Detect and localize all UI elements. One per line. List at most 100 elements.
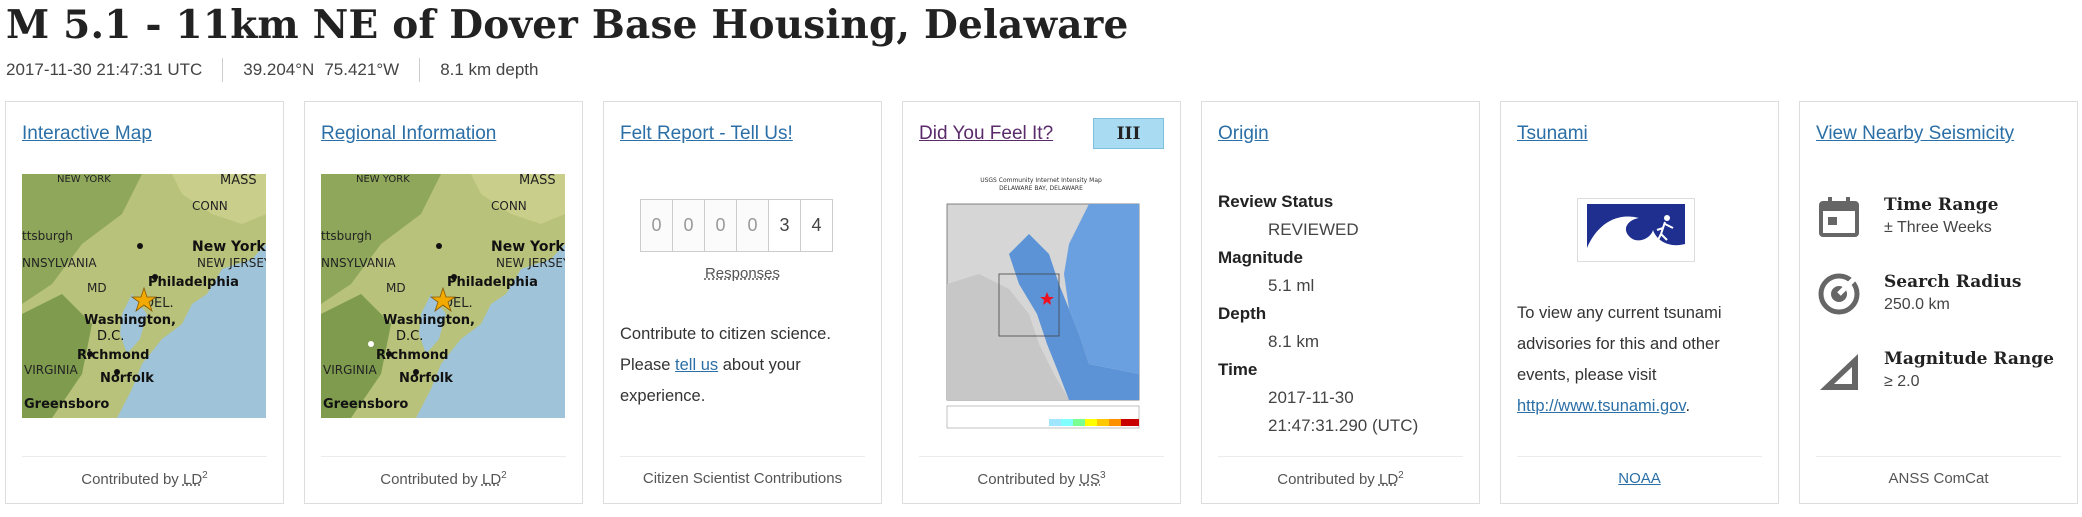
description-line: experience. [620, 387, 706, 405]
map-label: Greensboro [24, 397, 109, 412]
regional-map-thumbnail[interactable]: NEW YORK MASS CONN ttsburgh New York NNS… [321, 174, 565, 418]
tsunami-logo-icon [1577, 198, 1695, 262]
time-range-value: ± Three Weeks [1884, 219, 1992, 236]
dyfi-map-title: USGS Community Internet Intensity Map [980, 177, 1102, 184]
origin-card[interactable]: Origin Review Status REVIEWED Magnitude … [1201, 101, 1480, 504]
contributed-by-label: Contributed by [977, 471, 1080, 488]
felt-report-card[interactable]: Felt Report - Tell Us! 0 0 0 0 3 4 Respo… [603, 101, 882, 504]
calendar-icon [1819, 197, 1859, 237]
counter-digit: 4 [800, 199, 833, 252]
review-status-label: Review Status [1218, 192, 1334, 211]
magnitude-label: Magnitude [1218, 248, 1303, 267]
responses-label[interactable]: Responses [604, 265, 881, 282]
description-text: about your [718, 356, 801, 374]
origin-link[interactable]: Origin [1218, 123, 1269, 145]
map-label: New York [491, 239, 565, 255]
event-time: 2017-11-30 21:47:31 UTC [6, 60, 203, 79]
tsunami-description: To view any current tsunami advisories f… [1517, 298, 1762, 422]
tsunami-gov-link[interactable]: http://www.tsunami.gov [1517, 397, 1685, 415]
interactive-map-card[interactable]: Interactive Map NEW YORK MASS CONN ttsbu… [5, 101, 284, 504]
map-label: NEW JERSEY [197, 256, 266, 270]
contributed-by-label: Contributed by [1277, 471, 1379, 488]
contributor-count: 2 [202, 470, 208, 481]
magnitude-range-label: Magnitude Range [1884, 349, 2054, 369]
contributor-abbr[interactable]: LD [1379, 471, 1398, 488]
event-latitude: 39.204°N [243, 60, 315, 79]
description-line: To view any current tsunami [1517, 304, 1722, 322]
tsunami-card[interactable]: Tsunami To view any current tsunami advi… [1500, 101, 1779, 504]
map-label: D.C. [396, 329, 423, 344]
map-label: Philadelphia [447, 275, 538, 290]
footer-divider [1218, 456, 1463, 457]
time-date-value: 2017-11-30 [1268, 388, 1354, 407]
map-label: MASS [220, 174, 257, 188]
interactive-map-thumbnail[interactable]: NEW YORK MASS CONN ttsburgh New York NNS… [22, 174, 266, 418]
nearby-seismicity-card[interactable]: View Nearby Seismicity Time Range ± Thre… [1799, 101, 2078, 504]
magnitude-ramp-icon [1820, 354, 1858, 390]
contributor-count: 2 [501, 470, 507, 481]
review-status-value: REVIEWED [1268, 220, 1359, 239]
map-label: Norfolk [100, 371, 154, 386]
map-label: NEW JERSEY [496, 256, 565, 270]
time-clock-value: 21:47:31.290 (UTC) [1268, 416, 1419, 435]
map-label: MASS [519, 174, 556, 188]
time-label: Time [1218, 360, 1258, 379]
depth-value: 8.1 km [1268, 332, 1320, 351]
map-label: ttsburgh [22, 229, 73, 243]
regional-information-link[interactable]: Regional Information [321, 123, 496, 145]
tsunami-link[interactable]: Tsunami [1517, 123, 1588, 145]
footer-divider [620, 456, 865, 457]
noaa-link[interactable]: NOAA [1618, 470, 1661, 487]
footer-divider [321, 456, 566, 457]
regional-information-card[interactable]: Regional Information NEW YORK MASS CONN … [304, 101, 583, 504]
dyfi-card[interactable]: Did You Feel It? III USGS Community Inte… [902, 101, 1181, 504]
footer-divider [1517, 456, 1762, 457]
map-label: Washington, [84, 313, 176, 328]
interactive-map-link[interactable]: Interactive Map [22, 123, 152, 145]
description-line: events, please visit [1517, 366, 1657, 384]
nearby-seismicity-link[interactable]: View Nearby Seismicity [1816, 123, 2014, 145]
card-footer: Contributed by US3 [903, 470, 1180, 488]
card-footer: Contributed by LD2 [305, 470, 582, 488]
tell-us-link[interactable]: tell us [675, 356, 718, 374]
magnitude-range-row: Magnitude Range ≥ 2.0 [1816, 348, 2054, 394]
map-label: ttsburgh [321, 229, 372, 243]
description-line: Please tell us about your [620, 350, 865, 381]
search-radius-value: 250.0 km [1884, 296, 1950, 313]
search-radius-row: Search Radius 250.0 km [1816, 271, 2022, 317]
card-footer: Contributed by LD2 [6, 470, 283, 488]
dyfi-intensity-map[interactable]: USGS Community Internet Intensity Map DE… [919, 174, 1163, 436]
counter-digit: 0 [672, 199, 705, 252]
contributor-abbr[interactable]: US [1079, 471, 1100, 488]
divider [222, 58, 224, 82]
description-text: Please [620, 356, 676, 374]
map-label: VIRGINIA [24, 363, 78, 377]
mmi-intensity-badge: III [1093, 118, 1164, 149]
description-line: advisories for this and other [1517, 335, 1720, 353]
magnitude-value: 5.1 ml [1268, 276, 1315, 295]
description-text: . [1685, 397, 1691, 415]
description-line: http://www.tsunami.gov. [1517, 391, 1762, 422]
description-line: Contribute to citizen science. [620, 325, 831, 343]
counter-digit: 0 [736, 199, 769, 252]
contributed-by-label: Contributed by [81, 471, 183, 488]
map-label: CONN [491, 199, 527, 213]
map-label: Norfolk [399, 371, 453, 386]
counter-digit: 0 [704, 199, 737, 252]
map-label: NEW YORK [356, 174, 410, 185]
map-label: Greensboro [323, 397, 408, 412]
map-label: NEW YORK [57, 174, 111, 185]
felt-report-description: Contribute to citizen science. Please te… [620, 319, 865, 412]
origin-details: Review Status REVIEWED Magnitude 5.1 ml … [1218, 188, 1418, 440]
contributor-abbr[interactable]: LD [482, 471, 501, 488]
radius-target-icon [1818, 273, 1860, 315]
map-label: D.C. [97, 329, 124, 344]
dyfi-link[interactable]: Did You Feel It? [919, 123, 1053, 145]
map-label: VIRGINIA [323, 363, 377, 377]
contributor-abbr[interactable]: LD [183, 471, 202, 488]
search-radius-label: Search Radius [1884, 272, 2022, 292]
card-footer: Contributed by LD2 [1202, 470, 1479, 488]
contributed-by-label: Contributed by [380, 471, 482, 488]
felt-report-link[interactable]: Felt Report - Tell Us! [620, 123, 793, 145]
footer-divider [1816, 456, 2061, 457]
